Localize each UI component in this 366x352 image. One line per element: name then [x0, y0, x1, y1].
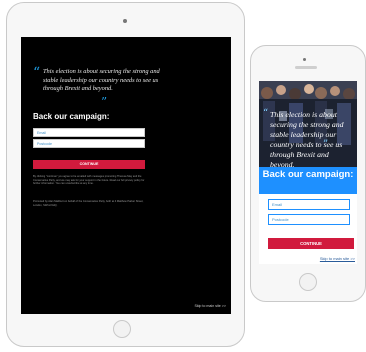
continue-button[interactable]: CONTINUE: [268, 238, 354, 249]
quote-close-icon: ”: [323, 139, 329, 150]
campaign-heading: Back our campaign:: [33, 112, 110, 121]
promoted-by-text: Promoted by Alan Mabbutt on behalf of th…: [33, 200, 144, 207]
phone-device: “ This election is about securing the st…: [250, 45, 366, 302]
privacy-disclaimer: By clicking "continue" you agree to be e…: [33, 175, 145, 185]
postcode-input[interactable]: Postcode: [33, 139, 145, 148]
email-input[interactable]: Email: [33, 128, 145, 137]
postcode-input[interactable]: Postcode: [268, 214, 350, 225]
phone-camera: [303, 58, 306, 61]
continue-button[interactable]: CONTINUE: [33, 160, 145, 169]
crowd-photo: “ This election is about securing the st…: [259, 81, 357, 167]
campaign-heading: Back our campaign:: [262, 169, 354, 180]
quote-open-icon: “: [263, 108, 269, 119]
phone-home-button: [299, 273, 317, 291]
phone-speaker: [295, 66, 317, 69]
tablet-screen: “ This election is about securing the st…: [21, 37, 231, 314]
quote-close-icon: ”: [101, 95, 108, 109]
phone-screen: “ This election is about securing the st…: [259, 81, 357, 264]
tablet-camera: [123, 19, 127, 23]
skip-to-main-site-link[interactable]: Skip to main site >>: [194, 304, 226, 308]
skip-to-main-site-link[interactable]: Skip to main site >>: [320, 256, 355, 261]
tablet-device: “ This election is about securing the st…: [6, 2, 245, 347]
campaign-quote: This election is about securing the stro…: [270, 110, 344, 167]
email-input[interactable]: Email: [268, 199, 350, 210]
tablet-home-button: [113, 320, 131, 338]
campaign-quote: This election is about securing the stro…: [43, 68, 160, 93]
quote-open-icon: “: [33, 65, 41, 81]
campaign-banner: Back our campaign:: [259, 167, 357, 194]
device-mockup-stage: “ This election is about securing the st…: [0, 0, 366, 352]
